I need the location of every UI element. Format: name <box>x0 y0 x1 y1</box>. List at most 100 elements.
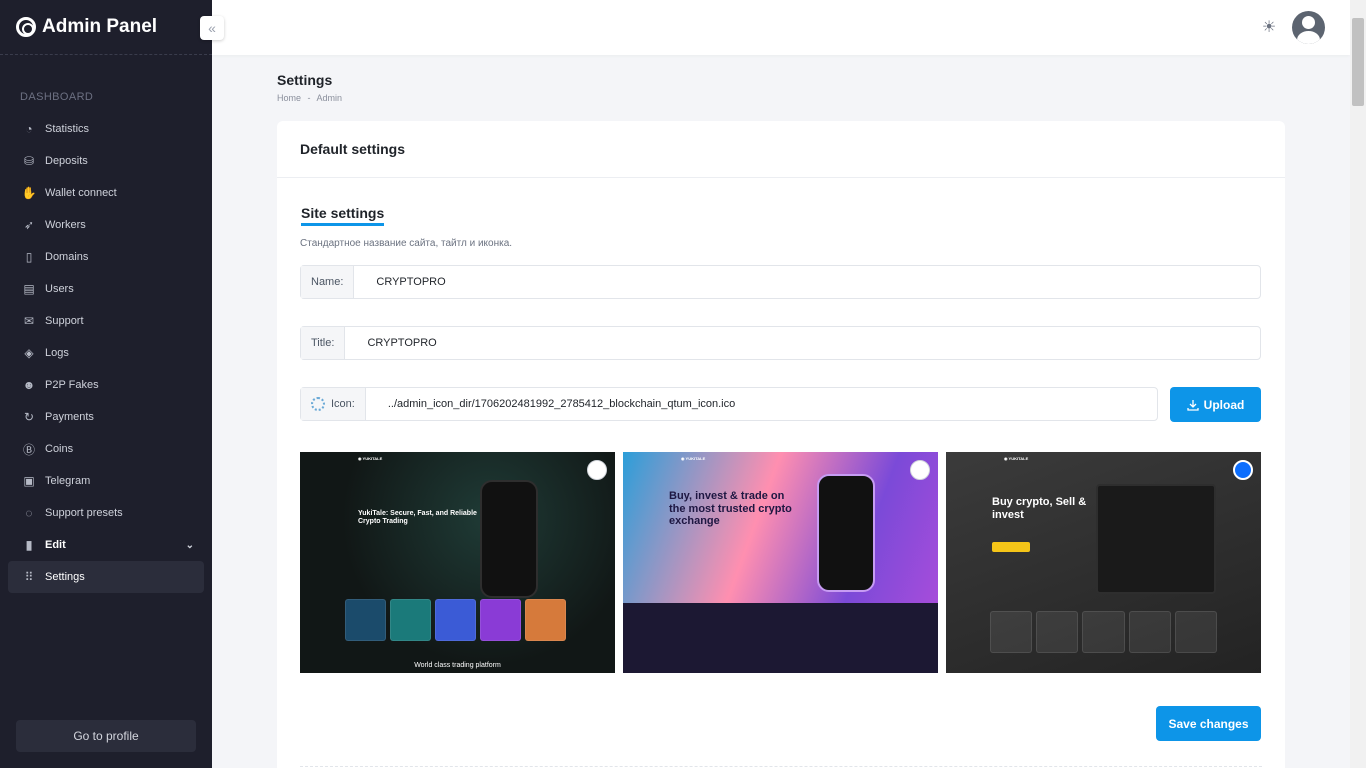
sidebar-item-p2p-fakes[interactable]: ☻ P2P Fakes <box>0 369 212 401</box>
sidebar-item-label: Deposits <box>45 155 88 167</box>
sidebar-item-label: P2P Fakes <box>45 379 99 391</box>
user-secret-icon: ☻ <box>22 378 36 392</box>
sidebar-item-payments[interactable]: ↻ Payments <box>0 401 212 433</box>
telegram-icon: ▣ <box>23 474 35 488</box>
refresh-icon: ↻ <box>23 410 35 424</box>
sidebar-item-label: Coins <box>45 443 74 455</box>
title-field[interactable]: Title: CRYPTOPRO <box>300 326 1261 360</box>
preview-phone-image <box>480 480 538 598</box>
sidebar-item-logs[interactable]: ◈ Logs <box>0 337 212 369</box>
sidebar-item-label: Wallet connect <box>45 187 117 199</box>
sidebar-item-label: Users <box>45 283 74 295</box>
divider <box>300 766 1262 767</box>
title-label: Title: <box>301 327 346 359</box>
title-input[interactable]: CRYPTOPRO <box>345 327 436 359</box>
sidebar-item-label: Telegram <box>45 475 91 487</box>
preview-3-radio-selected[interactable] <box>1233 460 1253 480</box>
go-to-profile-button[interactable]: Go to profile <box>16 720 196 752</box>
sidebar-item-support[interactable]: ✉ Support <box>0 305 212 337</box>
upload-icon <box>1187 399 1199 411</box>
map-icon: ▯ <box>25 250 33 264</box>
sidebar-item-workers[interactable]: ➶ Workers <box>0 209 212 241</box>
preview-logo: ◉ YUKITALE <box>358 456 383 461</box>
theme-preview-3[interactable]: ◉ YUKITALE Buy crypto, Sell & invest <box>946 452 1261 673</box>
page-title: Settings <box>277 72 333 88</box>
avatar[interactable] <box>1292 11 1325 44</box>
theme-toggle-sun-icon[interactable]: ☀ <box>1261 19 1277 36</box>
preview-2-radio[interactable] <box>910 460 930 480</box>
coins-icon: ⛁ <box>23 154 35 168</box>
sidebar-item-settings[interactable]: ⠿ Settings <box>8 561 204 593</box>
preview-logo: ◉ YUKITALE <box>681 456 706 461</box>
save-changes-button[interactable]: Save changes <box>1156 706 1261 741</box>
wallet-icon: ✋ <box>21 186 37 200</box>
icon-label: Icon: <box>331 398 355 410</box>
preview-dashboard-image <box>1096 484 1216 594</box>
envelope-icon: ✉ <box>23 314 35 328</box>
sidebar-item-label: Support <box>45 315 84 327</box>
section-title: Site settings <box>301 205 385 226</box>
section-label: DASHBOARD <box>20 91 94 103</box>
name-input[interactable]: CRYPTOPRO <box>354 266 445 298</box>
sidebar-item-coins[interactable]: Ⓑ Coins <box>0 433 212 465</box>
sidebar-item-label: Domains <box>45 251 89 263</box>
sidebar-item-deposits[interactable]: ⛁ Deposits <box>0 145 212 177</box>
users-icon: ▤ <box>23 282 35 296</box>
scroll-thumb[interactable] <box>1352 18 1364 106</box>
section-description: Стандартное название сайта, тайтл и икон… <box>300 238 513 249</box>
brand[interactable]: Admin Panel <box>0 0 212 55</box>
sidebar-item-label: Workers <box>45 219 86 231</box>
sidebar-item-wallet-connect[interactable]: ✋ Wallet connect <box>0 177 212 209</box>
sidebar-item-statistics[interactable]: ◔ Statistics <box>0 113 212 145</box>
sidebar-item-label: Logs <box>45 347 69 359</box>
brand-logo-icon <box>16 17 36 37</box>
sidebar-item-support-presets[interactable]: ◌ Support presets <box>0 497 212 529</box>
icon-label-addon: Icon: <box>301 388 366 420</box>
chat-icon: ◌ <box>25 506 33 520</box>
edit-icon: ▮ <box>25 538 33 552</box>
preview-heading: Buy crypto, Sell & invest <box>992 496 1087 521</box>
bitcoin-icon: Ⓑ <box>22 442 35 457</box>
sidebar-item-label: Settings <box>45 571 85 583</box>
theme-preview-1[interactable]: ◉ YUKITALE YukiTale: Secure, Fast, and R… <box>300 452 615 673</box>
sidebar-item-label: Edit <box>45 539 66 551</box>
card-header: Default settings <box>277 121 1285 178</box>
pie-chart-icon: ◔ <box>25 122 33 136</box>
breadcrumb-home[interactable]: Home <box>277 93 301 103</box>
sidebar-item-users[interactable]: ▤ Users <box>0 273 212 305</box>
icon-path-input[interactable]: ../admin_icon_dir/1706202481992_2785412_… <box>366 388 735 420</box>
sidebar-item-edit[interactable]: ▮ Edit ⌄ <box>0 529 212 561</box>
rocket-icon: ➶ <box>23 218 35 232</box>
preview-footer: World class trading platform <box>414 661 501 669</box>
sidebar-nav: ◔ Statistics ⛁ Deposits ✋ Wallet connect… <box>0 113 212 593</box>
page-scrollbar[interactable] <box>1350 0 1366 768</box>
upload-button[interactable]: Upload <box>1170 387 1261 422</box>
topbar: ☀ <box>212 0 1350 55</box>
icon-field[interactable]: Icon: ../admin_icon_dir/1706202481992_27… <box>300 387 1158 421</box>
preview-heading: YukiTale: Secure, Fast, and Reliable Cry… <box>358 510 477 526</box>
breadcrumb-separator: - <box>307 93 311 103</box>
preview-tiles <box>345 599 566 641</box>
site-icon-preview-icon <box>311 397 325 411</box>
theme-preview-2[interactable]: ◉ YUKITALE Buy, invest & trade on the mo… <box>623 452 938 673</box>
sidebar-item-domains[interactable]: ▯ Domains <box>0 241 212 273</box>
preview-cta <box>992 542 1030 552</box>
name-label: Name: <box>301 266 355 298</box>
preview-phone-image <box>817 474 875 592</box>
preview-heading: Buy, invest & trade on the most trusted … <box>669 490 792 528</box>
collapse-sidebar-button[interactable]: « <box>200 16 224 40</box>
sidebar: Admin Panel DASHBOARD ◔ Statistics ⛁ Dep… <box>0 0 212 768</box>
preview-ticker <box>623 603 938 673</box>
preview-ticker <box>990 611 1218 659</box>
chevron-down-icon: ⌄ <box>185 539 194 551</box>
sidebar-item-label: Payments <box>45 411 94 423</box>
preview-1-radio[interactable] <box>587 460 607 480</box>
breadcrumb: Home - Admin <box>277 93 346 103</box>
name-field[interactable]: Name: CRYPTOPRO <box>300 265 1261 299</box>
upload-label: Upload <box>1203 397 1245 412</box>
settings-card: Default settings Site settings Стандартн… <box>277 121 1285 768</box>
sidebar-item-label: Statistics <box>45 123 90 135</box>
sidebar-item-telegram[interactable]: ▣ Telegram <box>0 465 212 497</box>
brand-title: Admin Panel <box>42 16 158 37</box>
sidebar-item-label: Support presets <box>45 507 123 519</box>
